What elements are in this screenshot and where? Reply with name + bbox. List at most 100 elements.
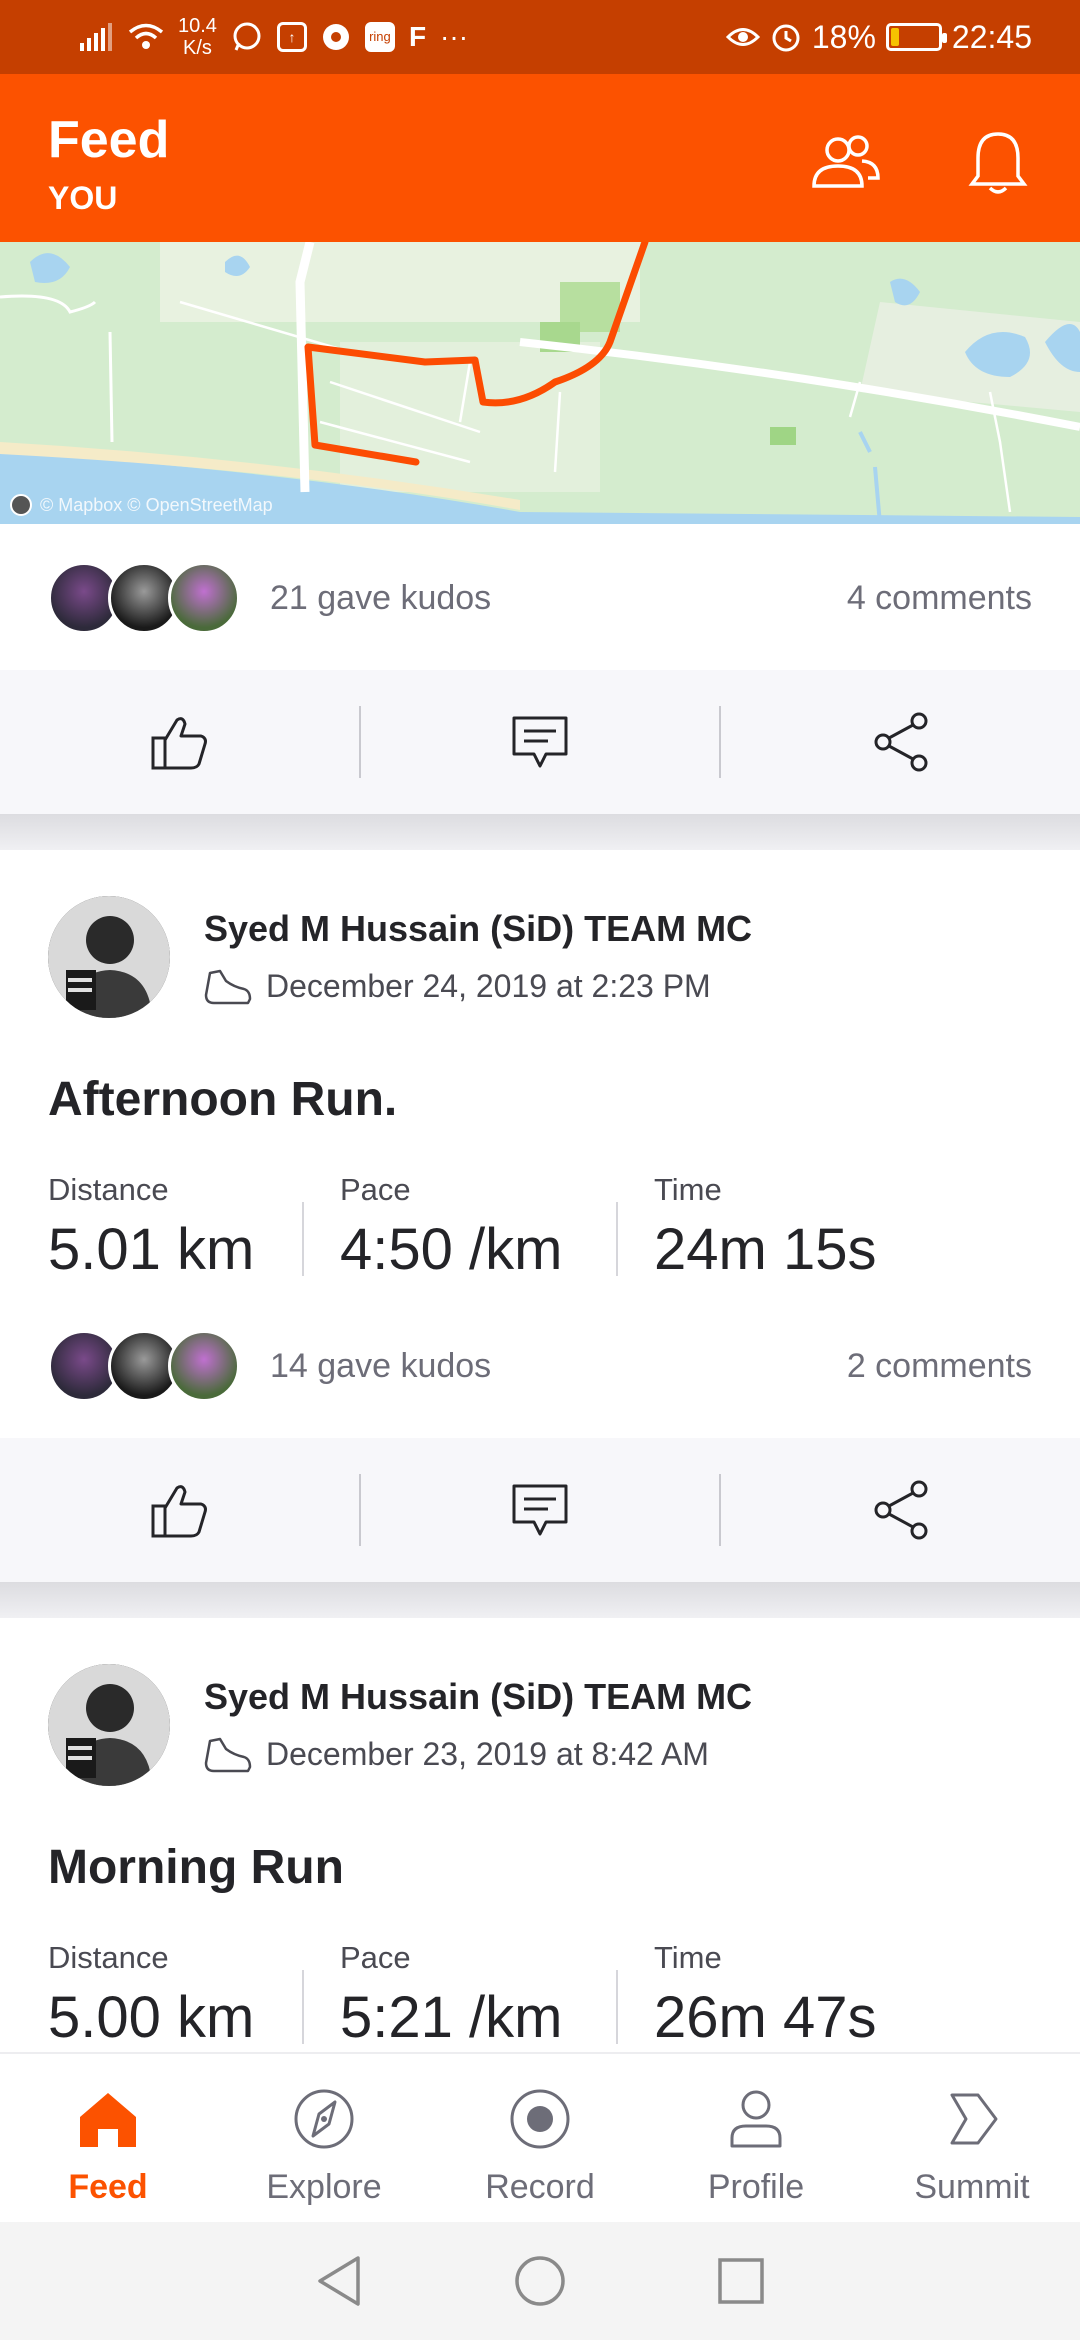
stat-distance: Distance 5.00 km xyxy=(48,1940,302,2051)
athlete-photo xyxy=(48,1664,170,1786)
upload-icon: ↑ xyxy=(276,22,307,52)
clock-time: 22:45 xyxy=(951,18,1032,55)
comments-count[interactable]: 2 comments xyxy=(847,1347,1032,1386)
nav-summit[interactable]: Summit xyxy=(864,2054,1080,2222)
kudos-row: 14 gave kudos 2 comments xyxy=(0,1296,1080,1436)
activity-card[interactable]: Syed M Hussain (SiD) TEAM MC December 23… xyxy=(0,1618,1080,2052)
stat-distance: Distance 5.01 km xyxy=(48,1172,302,1283)
nav-label: Feed xyxy=(68,2168,148,2206)
athlete-avatar[interactable] xyxy=(48,896,170,1018)
thumbs-up-icon xyxy=(151,1485,208,1538)
network-speed: 10.4 K/s xyxy=(178,15,217,59)
home-icon xyxy=(80,2093,136,2147)
share-icon xyxy=(874,712,928,772)
cellular-signal-icon xyxy=(80,23,112,51)
page-title: Feed xyxy=(48,111,170,169)
stat-label: Pace xyxy=(340,1940,411,1975)
activity-title[interactable]: Afternoon Run. xyxy=(48,1072,397,1127)
stat-label: Distance xyxy=(48,1940,169,1975)
map-attribution[interactable]: © Mapbox © OpenStreetMap xyxy=(10,494,273,516)
stat-label: Pace xyxy=(340,1172,411,1207)
activity-stats: Distance 5.00 km Pace 5:21 /km Time 26m … xyxy=(48,1940,1048,2051)
back-triangle-icon[interactable] xyxy=(314,2254,364,2308)
battery-percent: 18% xyxy=(811,18,876,55)
athlete-name[interactable]: Syed M Hussain (SiD) TEAM MC xyxy=(204,908,752,950)
eye-comfort-icon xyxy=(725,28,760,46)
record-icon xyxy=(510,2089,570,2149)
stat-value: 4:50 /km xyxy=(340,1217,563,1282)
nav-label: Explore xyxy=(266,2168,382,2206)
stat-value: 26m 47s xyxy=(654,1985,877,2050)
stat-label: Time xyxy=(654,1172,722,1207)
map-image xyxy=(0,242,1080,524)
action-bar xyxy=(0,1438,1080,1582)
action-bar xyxy=(0,670,1080,814)
nav-record[interactable]: Record xyxy=(432,2054,648,2222)
athlete-photo xyxy=(48,896,170,1018)
nav-profile[interactable]: Profile xyxy=(648,2054,864,2222)
battery-icon xyxy=(885,23,947,51)
app-header: Feed YOU xyxy=(0,74,1080,242)
soccer-ball-icon xyxy=(322,24,349,50)
kudos-count[interactable]: 14 gave kudos xyxy=(270,1347,491,1386)
share-icon xyxy=(874,1480,928,1540)
stat-pace: Pace 5:21 /km xyxy=(304,1940,616,2051)
activity-map[interactable]: © Mapbox © OpenStreetMap xyxy=(0,242,1080,524)
stat-value: 5.01 km xyxy=(48,1217,255,1282)
kudos-row: 21 gave kudos 4 comments xyxy=(0,528,1080,668)
kudos-count[interactable]: 21 gave kudos xyxy=(270,579,491,618)
bell-icon xyxy=(968,132,1028,194)
people-icon xyxy=(812,135,880,188)
whatsapp-icon xyxy=(233,22,261,51)
comment-button[interactable] xyxy=(361,1438,720,1582)
athlete-name[interactable]: Syed M Hussain (SiD) TEAM MC xyxy=(204,1676,752,1718)
activity-title[interactable]: Morning Run xyxy=(48,1840,344,1895)
home-circle-icon[interactable] xyxy=(513,2254,567,2308)
nav-label: Record xyxy=(485,2168,595,2206)
comment-icon xyxy=(512,1484,568,1536)
nav-explore[interactable]: Explore xyxy=(216,2054,432,2222)
run-shoe-icon xyxy=(204,1737,252,1772)
battery-level-fill xyxy=(890,28,899,46)
stat-pace: Pace 4:50 /km xyxy=(304,1172,616,1283)
comments-count[interactable]: 4 comments xyxy=(847,579,1032,618)
f-app-icon: F xyxy=(408,21,427,52)
nav-feed[interactable]: Feed xyxy=(0,2054,216,2222)
bottom-navigation: Feed Explore Record Profile Summit xyxy=(0,2052,1080,2222)
find-friends-button[interactable] xyxy=(806,122,886,202)
feed-filter-you[interactable]: YOU xyxy=(48,180,117,217)
kudos-avatars[interactable] xyxy=(48,1330,242,1402)
athlete-avatar[interactable] xyxy=(48,1664,170,1786)
kudos-button[interactable] xyxy=(0,670,359,814)
status-bar: 10.4 K/s ↑ ring F ··· 18% 22:45 xyxy=(0,0,1080,74)
more-notifications-icon: ··· xyxy=(440,21,469,52)
recents-square-icon[interactable] xyxy=(716,2256,766,2306)
kudos-avatars[interactable] xyxy=(48,562,242,634)
feed-separator xyxy=(0,1582,1080,1618)
compass-icon xyxy=(294,2089,354,2149)
system-navigation-bar xyxy=(0,2222,1080,2340)
feed-separator xyxy=(0,814,1080,850)
nav-label: Summit xyxy=(914,2168,1030,2206)
avatar xyxy=(168,562,240,634)
stat-label: Time xyxy=(654,1940,722,1975)
run-shoe-icon xyxy=(204,969,252,1004)
kudos-button[interactable] xyxy=(0,1438,359,1582)
comment-button[interactable] xyxy=(361,670,720,814)
stat-value: 24m 15s xyxy=(654,1217,877,1282)
share-button[interactable] xyxy=(721,1438,1080,1582)
thumbs-up-icon xyxy=(151,717,208,770)
avatar xyxy=(168,1330,240,1402)
mapbox-logo-icon xyxy=(10,494,32,516)
activity-stats: Distance 5.01 km Pace 4:50 /km Time 24m … xyxy=(48,1172,1048,1283)
summit-chevron-icon xyxy=(950,2093,998,2145)
stat-time: Time 24m 15s xyxy=(618,1172,978,1283)
stat-time: Time 26m 47s xyxy=(618,1940,978,2051)
alarm-icon xyxy=(772,24,800,52)
share-button[interactable] xyxy=(721,670,1080,814)
notifications-button[interactable] xyxy=(958,122,1038,202)
wifi-icon xyxy=(128,23,164,49)
ring-app-icon: ring xyxy=(364,22,395,52)
comment-icon xyxy=(512,716,568,768)
activity-meta: December 23, 2019 at 8:42 AM xyxy=(204,1736,709,1773)
